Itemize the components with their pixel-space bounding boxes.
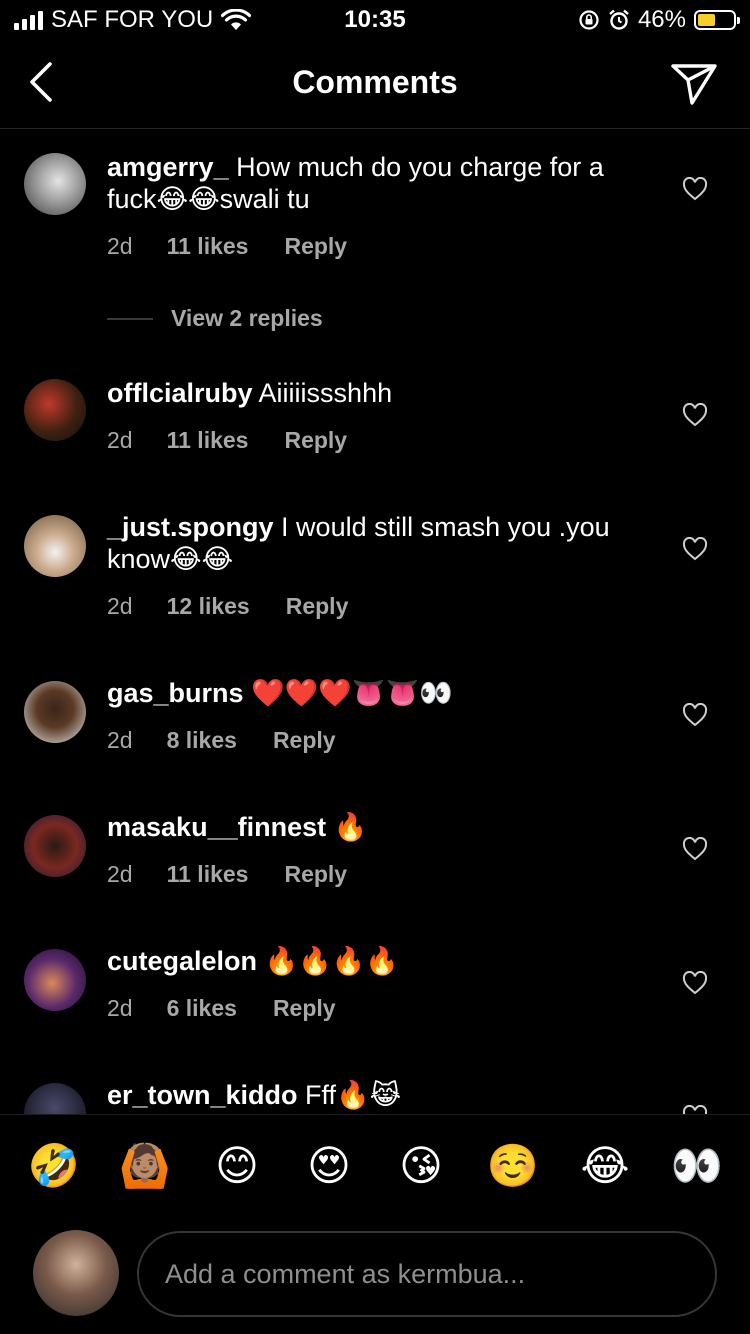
comment-likes[interactable]: 6 likes: [167, 995, 237, 1022]
comment-time: 2d: [107, 233, 133, 259]
comment-meta: 2d 11 likes Reply: [107, 427, 383, 454]
comment-username[interactable]: _just.spongy: [107, 512, 274, 542]
avatar[interactable]: [24, 1083, 86, 1114]
comment-text: masaku__finnest 🔥: [107, 811, 647, 843]
emoji-gesturing-ok-button[interactable]: 🙆🏽: [118, 1139, 172, 1193]
reply-button[interactable]: Reply: [284, 427, 347, 454]
heart-icon[interactable]: [682, 537, 708, 561]
avatar[interactable]: [24, 815, 86, 877]
heart-icon[interactable]: [682, 703, 708, 727]
comment-body: Aiiiiissshhh: [258, 378, 393, 408]
heart-icon[interactable]: [682, 837, 708, 861]
emoji-eyes-button[interactable]: 👀: [670, 1139, 724, 1193]
status-bar: SAF FOR YOU 10:35 46%: [0, 0, 750, 42]
comment-text: er_town_kiddo Fff🔥😹: [107, 1079, 647, 1111]
comment-time: 2d: [107, 861, 133, 887]
avatar[interactable]: [24, 515, 86, 577]
avatar[interactable]: [24, 681, 86, 743]
comment-body: Fff🔥😹: [305, 1080, 402, 1110]
comment-meta: 2d 11 likes Reply: [107, 861, 383, 888]
comment-body: 🔥: [333, 812, 368, 842]
comment-composer: Add a comment as kermbua...: [0, 1214, 750, 1334]
my-avatar: [33, 1230, 119, 1316]
alarm-icon: [609, 9, 629, 30]
page-title: Comments: [292, 64, 458, 100]
comment-input[interactable]: Add a comment as kermbua...: [137, 1231, 717, 1317]
comment-text: offlcialruby Aiiiiissshhh: [107, 377, 647, 409]
reply-button[interactable]: Reply: [273, 995, 336, 1022]
avatar[interactable]: [24, 949, 86, 1011]
comment-likes[interactable]: 11 likes: [167, 861, 249, 888]
avatar[interactable]: [24, 153, 86, 215]
view-replies-label: View 2 replies: [171, 305, 323, 331]
comment-likes[interactable]: 11 likes: [167, 427, 249, 454]
emoji-rofl-button[interactable]: 🤣: [27, 1139, 81, 1193]
comment-text: gas_burns ❤️❤️❤️👅👅👀: [107, 677, 647, 709]
reply-button[interactable]: Reply: [284, 233, 347, 260]
comment-time: 2d: [107, 995, 133, 1021]
heart-icon[interactable]: [682, 403, 708, 427]
comment-username[interactable]: er_town_kiddo: [107, 1080, 298, 1110]
comment-username[interactable]: masaku__finnest: [107, 812, 326, 842]
avatar[interactable]: [24, 379, 86, 441]
comment-username[interactable]: amgerry_: [107, 152, 229, 182]
comment-meta: 2d 11 likes Reply: [107, 233, 383, 260]
battery-percent: 46%: [637, 6, 686, 33]
emoji-quick-bar: 🤣 🙆🏽 😊 😍 😘 ☺️ 😂 👀: [0, 1114, 750, 1215]
comment-likes[interactable]: 12 likes: [167, 593, 250, 620]
view-replies-button[interactable]: View 2 replies: [107, 305, 323, 332]
comment-meta: 2d 12 likes Reply: [107, 593, 384, 620]
battery-icon: [694, 10, 740, 30]
nav-header: Comments: [0, 42, 750, 129]
reply-button[interactable]: Reply: [273, 727, 336, 754]
emoji-smile-button[interactable]: 😊: [210, 1139, 264, 1193]
comment-input-placeholder: Add a comment as kermbua...: [165, 1259, 526, 1289]
reply-button[interactable]: Reply: [284, 861, 347, 888]
emoji-joy-button[interactable]: 😂: [578, 1139, 632, 1193]
comment-text: amgerry_ How much do you charge for a fu…: [107, 151, 647, 215]
emoji-kiss-button[interactable]: 😘: [394, 1139, 448, 1193]
comment-username[interactable]: gas_burns: [107, 678, 244, 708]
comment-text: _just.spongy I would still smash you .yo…: [107, 511, 647, 575]
emoji-heart-eyes-button[interactable]: 😍: [302, 1139, 356, 1193]
comment-text: cutegalelon 🔥🔥🔥🔥: [107, 945, 647, 977]
comment-username[interactable]: offlcialruby: [107, 378, 253, 408]
reply-button[interactable]: Reply: [286, 593, 349, 620]
comment-time: 2d: [107, 727, 133, 753]
emoji-relaxed-button[interactable]: ☺️: [486, 1139, 540, 1193]
comment-username[interactable]: cutegalelon: [107, 946, 257, 976]
rotation-lock-icon: [579, 10, 599, 30]
comment-body: 🔥🔥🔥🔥: [264, 946, 400, 976]
comments-list[interactable]: amgerry_ How much do you charge for a fu…: [0, 129, 750, 1114]
heart-icon[interactable]: [682, 1105, 708, 1114]
paper-plane-icon[interactable]: [670, 62, 718, 106]
comment-likes[interactable]: 11 likes: [167, 233, 249, 260]
heart-icon[interactable]: [682, 177, 708, 201]
comment-body: ❤️❤️❤️👅👅👀: [251, 678, 453, 708]
comment-time: 2d: [107, 427, 133, 453]
comment-meta: 2d 6 likes Reply: [107, 995, 372, 1022]
heart-icon[interactable]: [682, 971, 708, 995]
comment-time: 2d: [107, 593, 133, 619]
comment-meta: 2d 8 likes Reply: [107, 727, 372, 754]
replies-line: [107, 317, 153, 320]
status-right: 46%: [578, 6, 740, 34]
comment-likes[interactable]: 8 likes: [167, 727, 237, 754]
